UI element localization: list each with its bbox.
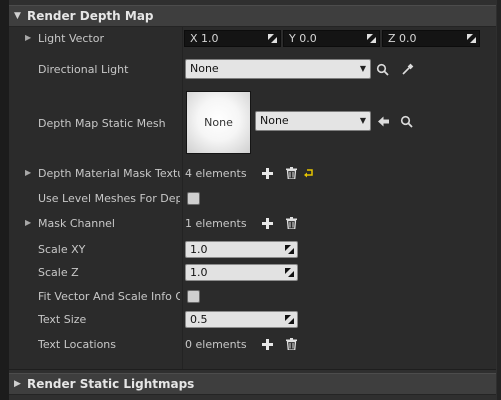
- static-mesh-label: Depth Map Static Mesh: [38, 117, 166, 130]
- mesh-thumbnail-text: None: [204, 116, 233, 129]
- light-vector-x-value: X 1.0: [190, 32, 219, 45]
- expand-arrow-icon[interactable]: ▶: [25, 218, 31, 227]
- text-size-field[interactable]: 0.5: [185, 311, 298, 328]
- use-level-meshes-row: Use Level Meshes For Depth: [9, 188, 496, 208]
- add-icon[interactable]: [259, 336, 275, 352]
- search-icon[interactable]: [398, 113, 414, 129]
- left-gutter: [0, 0, 9, 400]
- fit-vector-label: Fit Vector And Scale Info On: [38, 290, 180, 303]
- text-locations-row: Text Locations 0 elements: [9, 334, 496, 354]
- mask-channel-label: Mask Channel: [38, 217, 115, 230]
- mask-channel-count: 1 elements: [185, 217, 247, 230]
- trash-icon[interactable]: [283, 165, 299, 181]
- spin-arrow-icon[interactable]: [268, 34, 277, 43]
- render-depth-map-header[interactable]: ▼ Render Depth Map: [9, 5, 496, 27]
- light-vector-y-value: Y 0.0: [289, 32, 317, 45]
- use-selected-arrow-icon[interactable]: [375, 113, 391, 129]
- add-icon[interactable]: [259, 215, 275, 231]
- static-mesh-value: None: [260, 114, 289, 127]
- expand-arrow-icon[interactable]: ▶: [25, 168, 31, 177]
- spin-arrow-icon[interactable]: [285, 245, 294, 254]
- directional-light-label: Directional Light: [38, 63, 129, 76]
- scale-xy-row: Scale XY 1.0: [9, 239, 496, 259]
- mask-textures-row: ▶ Depth Material Mask Textur 4 elements: [9, 163, 496, 183]
- trash-icon[interactable]: [283, 336, 299, 352]
- collapse-arrow-icon: ▼: [14, 11, 21, 21]
- render-static-lightmaps-title: Render Static Lightmaps: [27, 377, 195, 391]
- scale-xy-field[interactable]: 1.0: [185, 241, 298, 258]
- fit-vector-row: Fit Vector And Scale Info On: [9, 286, 496, 306]
- directional-light-value: None: [190, 62, 219, 75]
- directional-light-row: Directional Light None ▼: [9, 56, 496, 82]
- scale-z-row: Scale Z 1.0: [9, 262, 496, 282]
- light-vector-label: Light Vector: [38, 32, 104, 45]
- spin-arrow-icon[interactable]: [285, 268, 294, 277]
- directional-light-dropdown[interactable]: None ▼: [185, 59, 371, 79]
- use-level-meshes-label: Use Level Meshes For Depth: [38, 192, 180, 205]
- fit-vector-checkbox[interactable]: [187, 290, 200, 303]
- light-vector-z-value: Z 0.0: [388, 32, 417, 45]
- static-mesh-dropdown[interactable]: None ▼: [255, 111, 371, 131]
- text-locations-label: Text Locations: [38, 338, 116, 351]
- scale-z-value: 1.0: [190, 266, 208, 279]
- chevron-down-icon: ▼: [359, 116, 366, 125]
- search-icon[interactable]: [374, 61, 390, 77]
- render-static-lightmaps-header[interactable]: ▶ Render Static Lightmaps: [9, 373, 496, 395]
- scale-xy-value: 1.0: [190, 243, 208, 256]
- light-vector-row: ▶ Light Vector X 1.0 Y 0.0 Z 0.0: [9, 27, 496, 49]
- right-scroll-track: [497, 0, 501, 400]
- chevron-down-icon: ▼: [359, 64, 366, 73]
- light-vector-y-field[interactable]: Y 0.0: [283, 30, 380, 47]
- mask-channel-row: ▶ Mask Channel 1 elements: [9, 213, 496, 233]
- render-depth-map-title: Render Depth Map: [27, 9, 154, 23]
- scale-z-label: Scale Z: [38, 266, 79, 279]
- spin-arrow-icon[interactable]: [467, 34, 476, 43]
- trash-icon[interactable]: [283, 215, 299, 231]
- text-size-label: Text Size: [38, 313, 87, 326]
- text-size-row: Text Size 0.5: [9, 309, 496, 329]
- text-locations-count: 0 elements: [185, 338, 247, 351]
- reset-to-default-icon[interactable]: [301, 165, 317, 181]
- mask-textures-count: 4 elements: [185, 167, 247, 180]
- use-level-meshes-checkbox[interactable]: [187, 192, 200, 205]
- mesh-thumbnail[interactable]: None: [186, 91, 251, 154]
- spin-arrow-icon[interactable]: [285, 315, 294, 324]
- render-depth-map-panel: ▶ Light Vector X 1.0 Y 0.0 Z 0.0 Directi…: [9, 27, 496, 370]
- eyedropper-icon[interactable]: [399, 61, 415, 77]
- spin-arrow-icon[interactable]: [367, 34, 376, 43]
- static-mesh-row: Depth Map Static Mesh: [9, 87, 496, 159]
- expand-arrow-icon: ▶: [14, 379, 21, 389]
- scale-z-field[interactable]: 1.0: [185, 264, 298, 281]
- expand-arrow-icon[interactable]: ▶: [25, 33, 31, 42]
- scale-xy-label: Scale XY: [38, 243, 86, 256]
- mask-textures-label: Depth Material Mask Textur: [38, 167, 180, 180]
- text-size-value: 0.5: [190, 313, 208, 326]
- light-vector-x-field[interactable]: X 1.0: [184, 30, 281, 47]
- add-icon[interactable]: [259, 165, 275, 181]
- light-vector-z-field[interactable]: Z 0.0: [382, 30, 480, 47]
